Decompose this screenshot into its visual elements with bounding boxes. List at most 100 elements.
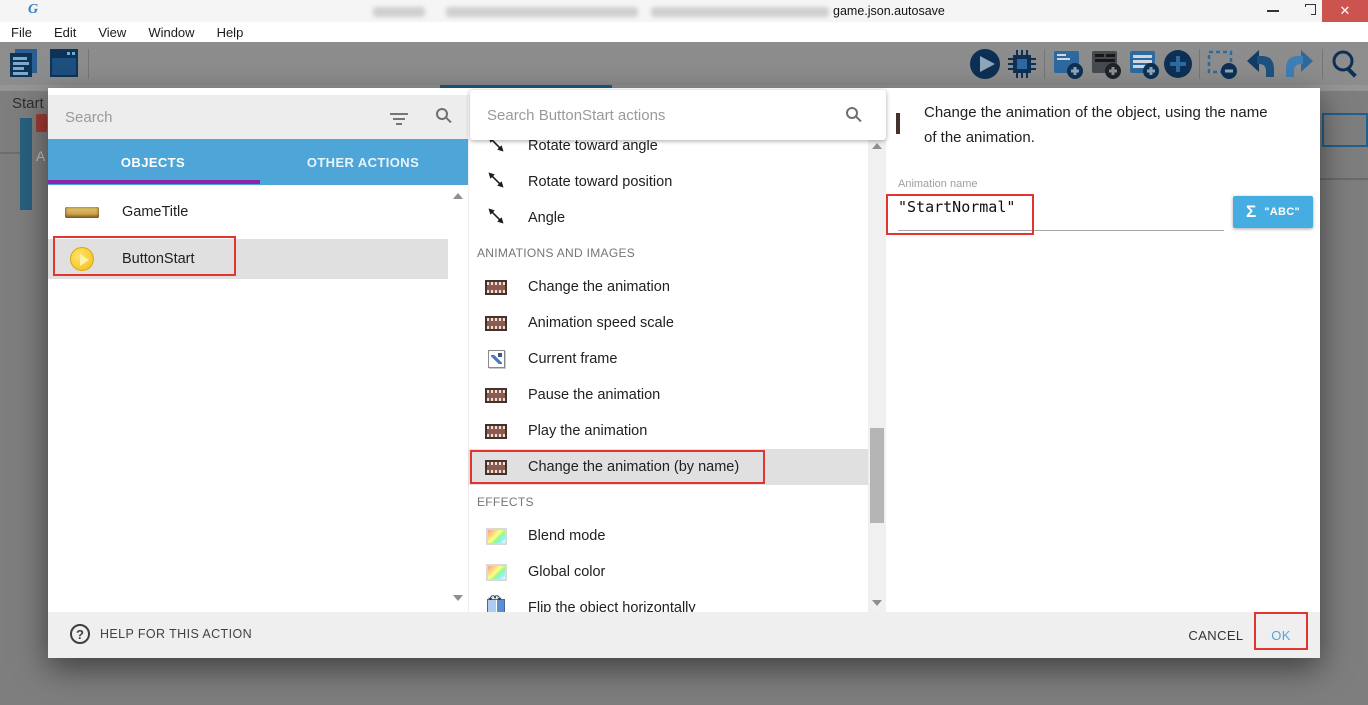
event-input-fragment [1322, 113, 1368, 147]
scene-tab-label: Start h [12, 95, 52, 112]
add-circle-icon[interactable] [1161, 47, 1195, 86]
object-item-GameTitle[interactable]: GameTitle [48, 192, 448, 232]
menu-view[interactable]: View [87, 25, 137, 40]
object-item-ButtonStart[interactable]: ButtonStart [48, 239, 448, 279]
section-header: ANIMATIONS AND IMAGES [468, 236, 868, 269]
filter-icon[interactable] [390, 113, 408, 115]
search-icon[interactable] [1328, 47, 1362, 86]
action-item-flip-the-object-horizontally[interactable]: Flip the object horizontally [468, 590, 868, 612]
action-icon-wrap [484, 424, 508, 439]
cancel-button[interactable]: CANCEL [1178, 622, 1254, 648]
redacted-path-block [446, 7, 638, 17]
action-label: Pause the animation [528, 387, 660, 403]
action-item-angle[interactable]: Angle [468, 200, 868, 236]
debug-icon[interactable] [1005, 47, 1039, 86]
game-title-thumbnail [65, 207, 99, 218]
gdevelop-logo-icon: G [28, 2, 38, 18]
object-search-input[interactable] [65, 95, 365, 139]
event-divider-fragment [1320, 178, 1368, 180]
object-search-bar [48, 95, 468, 139]
menu-file[interactable]: File [0, 25, 43, 40]
film-icon [485, 316, 507, 331]
action-icon-wrap [484, 564, 508, 581]
scroll-down-icon[interactable] [872, 600, 882, 606]
restore-icon [1302, 7, 1311, 16]
scroll-up-icon[interactable] [872, 143, 882, 149]
action-item-rotate-toward-position[interactable]: Rotate toward position [468, 164, 868, 200]
frame-icon [488, 350, 505, 368]
action-icon-wrap [484, 316, 508, 331]
action-item-change-the-animation-by-name-[interactable]: Change the animation (by name) [468, 449, 868, 485]
action-label: Rotate toward position [528, 174, 672, 190]
window-title: game.json.autosave [833, 4, 945, 18]
scroll-down-icon[interactable] [453, 595, 463, 601]
color-icon [486, 528, 507, 545]
action-item-play-the-animation[interactable]: Play the animation [468, 413, 868, 449]
action-icon-wrap [484, 528, 508, 545]
action-item-global-color[interactable]: Global color [468, 554, 868, 590]
title-bar: G game.json.autosave ✕ [0, 0, 1368, 22]
start-page-icon[interactable] [48, 47, 80, 84]
menu-bar: FileEditViewWindowHelp [0, 22, 1368, 42]
menu-help[interactable]: Help [206, 25, 255, 40]
section-label: EFFECTS [477, 495, 534, 509]
action-item-pause-the-animation[interactable]: Pause the animation [468, 377, 868, 413]
action-search-input[interactable] [487, 90, 817, 140]
close-icon: ✕ [1340, 3, 1351, 19]
action-item-change-the-animation[interactable]: Change the animation [468, 269, 868, 305]
close-button[interactable]: ✕ [1322, 0, 1368, 22]
action-label: Animation speed scale [528, 315, 674, 331]
tab-other-actions[interactable]: OTHER ACTIONS [258, 139, 468, 185]
undo-icon[interactable] [1244, 47, 1278, 86]
restore-button[interactable] [1290, 0, 1322, 22]
highlight-ring-field [886, 194, 1034, 235]
objects-list: GameTitle ButtonStart [48, 185, 468, 612]
film-icon [485, 388, 507, 403]
toolbar-separator [1199, 49, 1200, 79]
highlight-ring-object [53, 236, 236, 276]
rotate-icon [486, 170, 506, 195]
menu-window[interactable]: Window [137, 25, 205, 40]
action-item-animation-speed-scale[interactable]: Animation speed scale [468, 305, 868, 341]
search-icon [436, 108, 448, 120]
add-comment-icon[interactable] [1127, 47, 1161, 86]
minimize-button[interactable] [1256, 0, 1290, 22]
scroll-up-icon[interactable] [453, 193, 463, 199]
actions-list: Rotate toward angleRotate toward positio… [468, 88, 868, 612]
active-tab-underline [48, 180, 260, 184]
action-label: Angle [528, 210, 565, 226]
add-subevent-icon[interactable] [1089, 47, 1123, 86]
toolbar-separator [1044, 49, 1045, 79]
scrollbar-thumb[interactable] [870, 428, 884, 523]
section-header: EFFECTS [468, 485, 868, 518]
action-icon-wrap [484, 206, 508, 231]
action-label: Flip the object horizontally [528, 600, 696, 612]
expression-editor-button[interactable]: Σ "ABC" [1233, 196, 1313, 228]
object-icon-wrap [64, 207, 100, 218]
add-event-icon[interactable] [1051, 47, 1085, 86]
delete-event-icon[interactable] [1205, 47, 1239, 86]
action-label: Current frame [528, 351, 617, 367]
play-icon[interactable] [968, 47, 1002, 86]
actions-scrollbar[interactable] [868, 138, 886, 612]
action-label: Change the animation [528, 279, 670, 295]
action-item-blend-mode[interactable]: Blend mode [468, 518, 868, 554]
project-manager-icon[interactable] [8, 47, 40, 86]
action-icon-wrap [484, 280, 508, 295]
event-selection-bar [20, 118, 32, 210]
abc-label: "ABC" [1264, 206, 1300, 218]
action-icon-wrap [484, 350, 508, 368]
event-thumbnail [36, 114, 47, 132]
help-label: HELP FOR THIS ACTION [100, 627, 252, 641]
toolbar-separator [1322, 49, 1323, 79]
menu-edit[interactable]: Edit [43, 25, 87, 40]
action-item-current-frame[interactable]: Current frame [468, 341, 868, 377]
film-icon [485, 424, 507, 439]
redo-icon[interactable] [1282, 47, 1316, 86]
film-icon [485, 280, 507, 295]
help-link[interactable]: ? HELP FOR THIS ACTION [70, 624, 252, 644]
redacted-path-block [373, 7, 425, 17]
tab-objects[interactable]: OBJECTS [48, 139, 258, 185]
section-label: ANIMATIONS AND IMAGES [477, 246, 635, 260]
flip-icon [487, 599, 505, 612]
